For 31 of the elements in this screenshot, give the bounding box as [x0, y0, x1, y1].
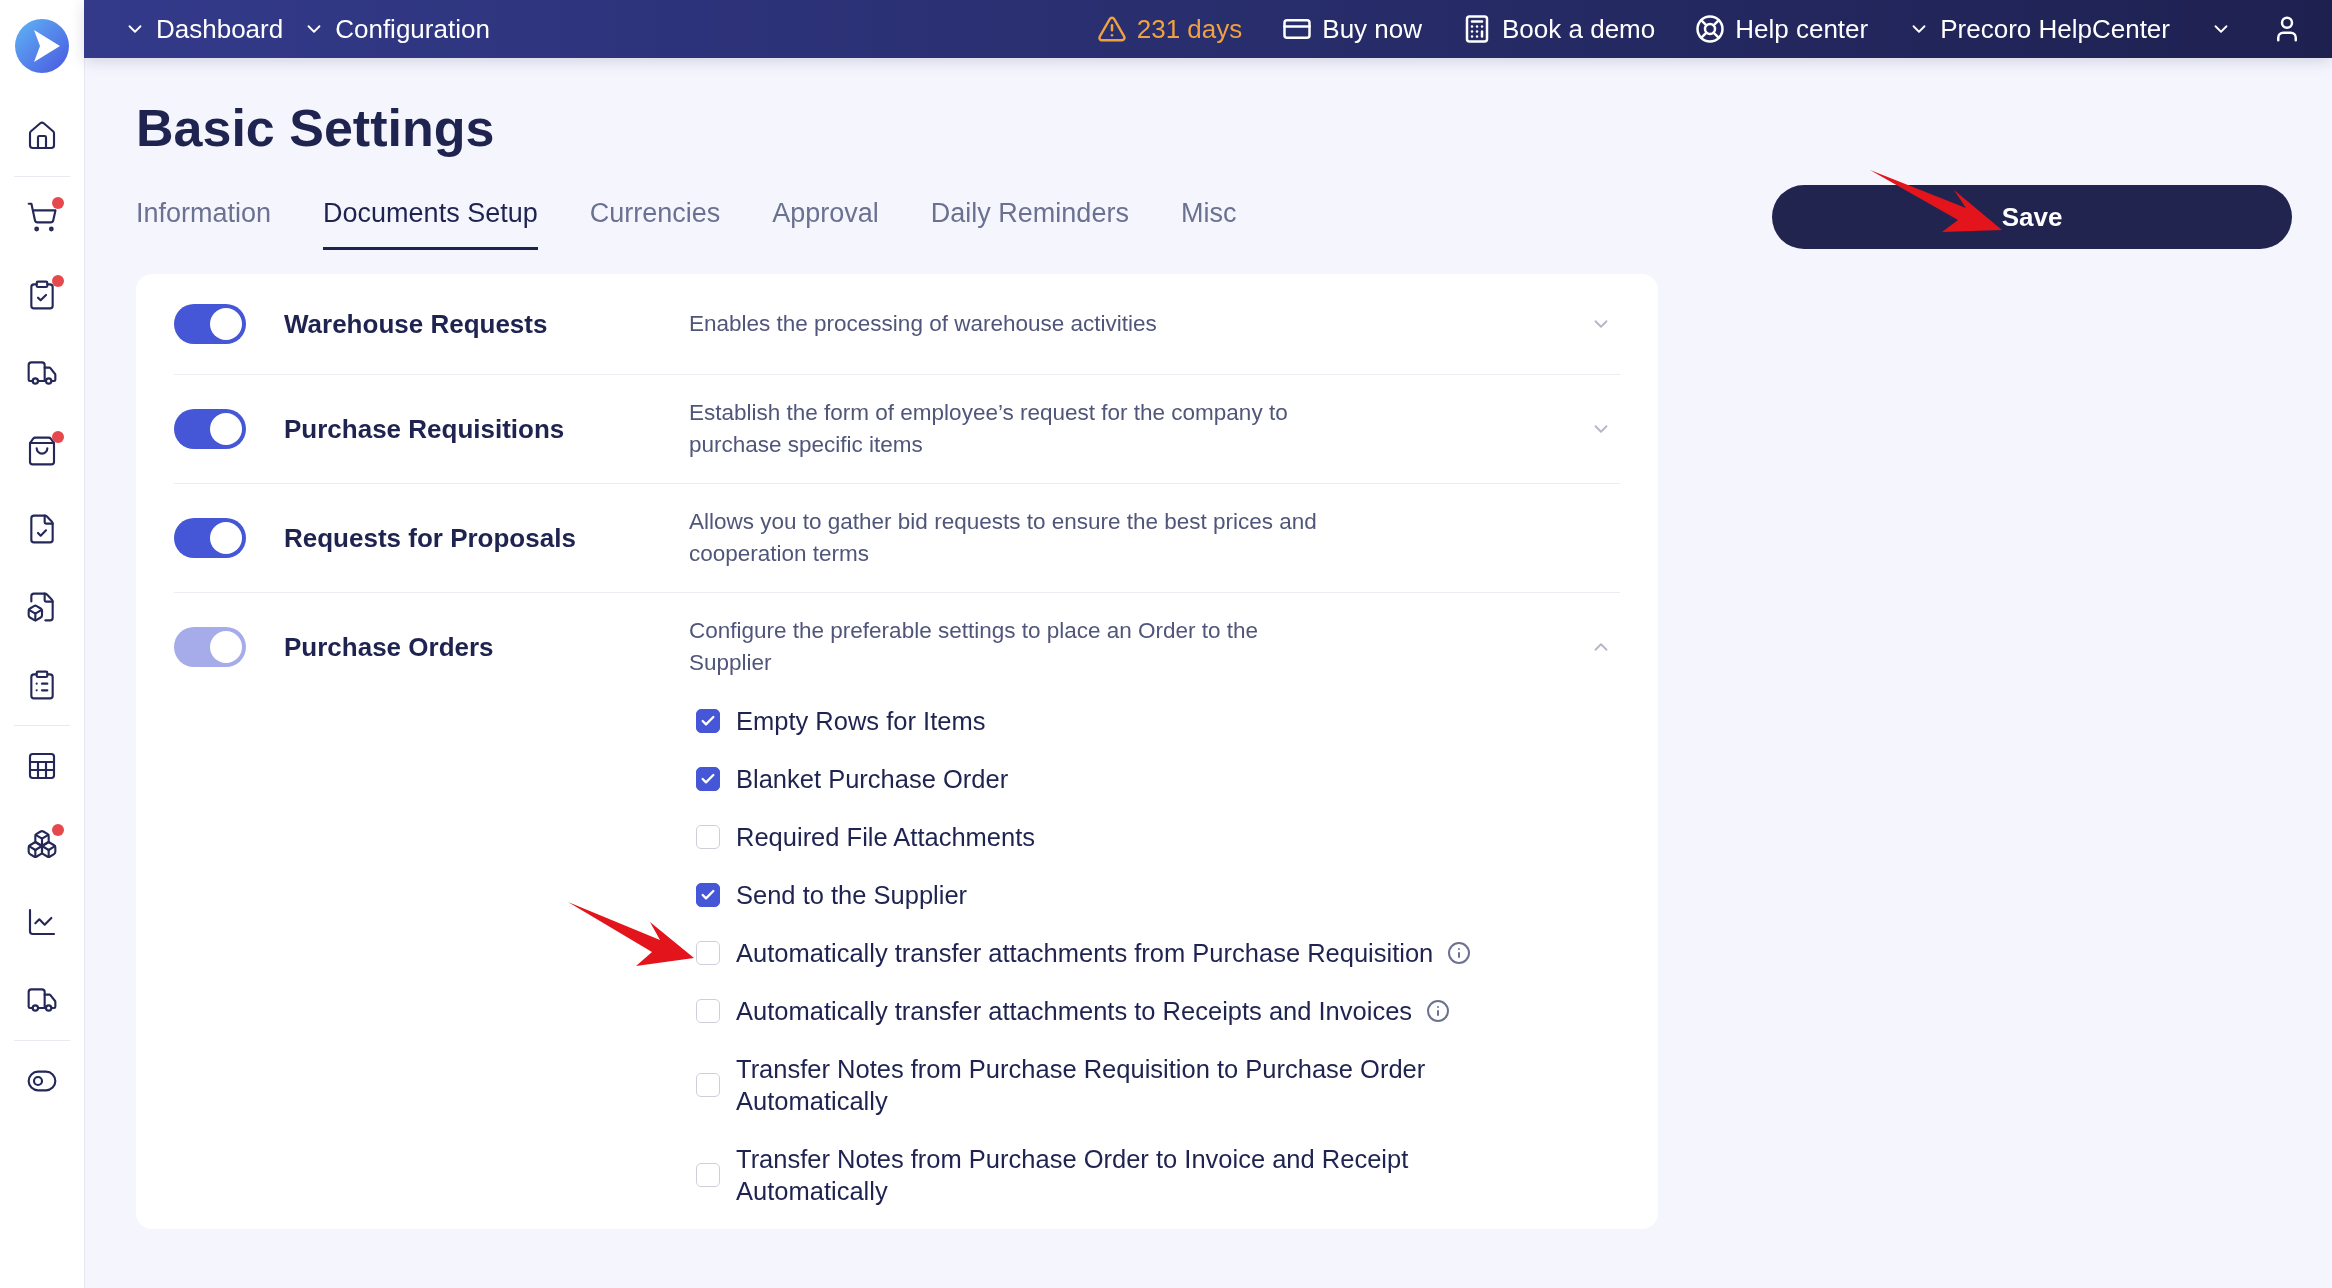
save-button[interactable]: Save [1772, 185, 2292, 249]
option-label: Transfer Notes from Purchase Order to Invoice and Receipt Automatically [736, 1144, 1410, 1207]
top-nav-link[interactable]: Buy now [1282, 13, 1423, 45]
top-nav-link[interactable]: Book a demo [1462, 13, 1656, 45]
top-nav-link[interactable]: Help center [1695, 13, 1869, 45]
option-label: Transfer Notes from Purchase Requisition to Purchase Order Automatically [736, 1054, 1427, 1117]
setting-description: Enables the processing of warehouse activities [689, 310, 1158, 338]
setting-name: Purchase Orders [284, 631, 495, 663]
setting-description: Establish the form of employee’s request for the company to purchase specific items [689, 399, 1289, 459]
tab[interactable]: Daily Reminders [930, 198, 1129, 250]
option-label: Empty Rows for Items [736, 706, 986, 737]
tab[interactable]: Approval [772, 198, 879, 250]
option-label: Send to the Supplier [736, 880, 968, 911]
setting-name: Requests for Proposals [284, 522, 577, 554]
option-label: Automatically transfer attachments to Receipts and Invoices [736, 996, 1413, 1027]
tab[interactable]: Information [136, 198, 272, 250]
setting-description: Configure the preferable settings to place an Order to the Supplier [689, 617, 1260, 677]
top-nav-link[interactable]: Configuration [303, 13, 490, 45]
setting-name: Warehouse Requests [284, 308, 549, 340]
option-label: Automatically transfer attachments from Purchase Requisition [736, 938, 1434, 969]
trial-days-link[interactable]: 231 days [1096, 13, 1243, 45]
top-nav-link[interactable]: Dashboard [124, 13, 284, 45]
tab[interactable]: Misc [1180, 198, 1237, 250]
tab[interactable]: Currencies [589, 198, 721, 250]
setting-description: Allows you to gather bid requests to ensure the best prices and cooperation terms [689, 508, 1318, 568]
option-label: Required File Attachments [736, 822, 1036, 853]
option-label: Blanket Purchase Order [736, 764, 1009, 795]
top-nav-link[interactable]: Precoro HelpCenter [1908, 13, 2170, 45]
page-title: Basic Settings [136, 98, 496, 158]
tab[interactable]: Documents Setup [323, 198, 538, 250]
setting-name: Purchase Requisitions [284, 413, 566, 445]
